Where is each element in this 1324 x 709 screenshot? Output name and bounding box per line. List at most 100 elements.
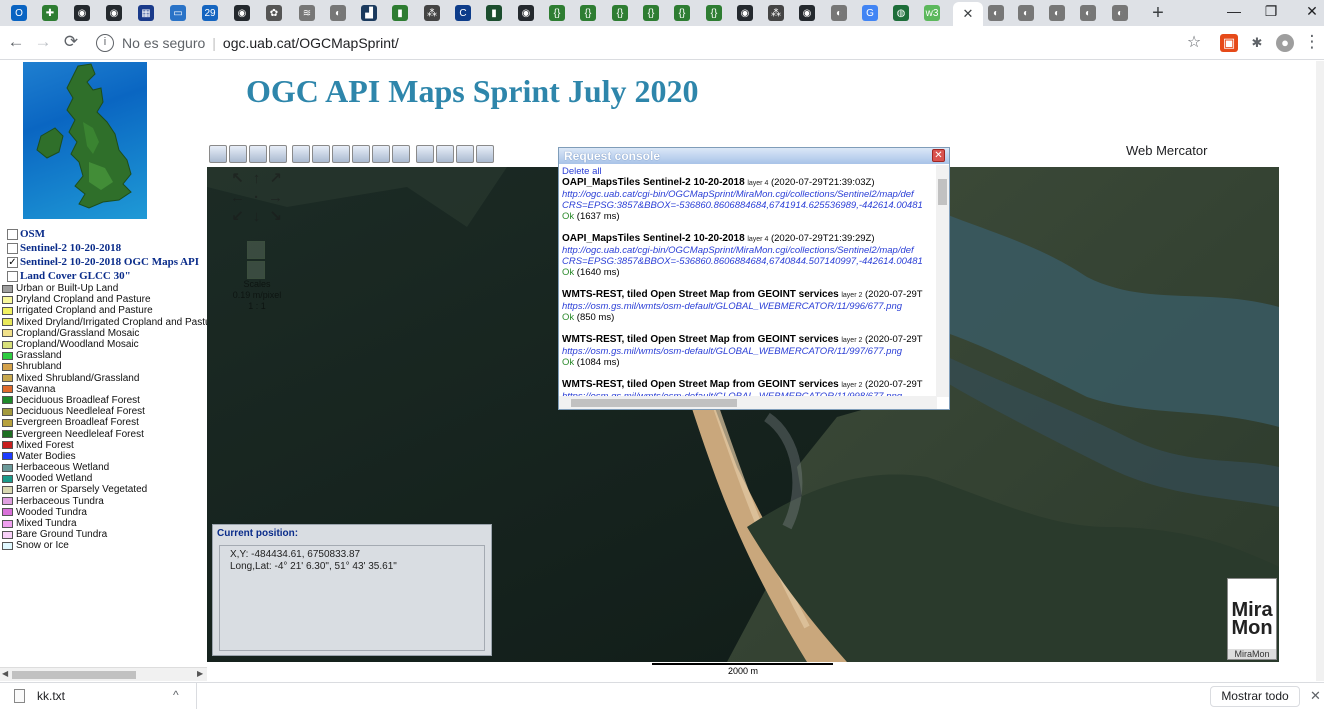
browser-tab[interactable]: ◐ (1046, 3, 1068, 23)
request-url[interactable]: http://ogc.uab.cat/cgi-bin/OGCMapSprint/… (562, 189, 934, 200)
extension-red-icon[interactable]: ▣ (1220, 34, 1238, 52)
links-icon[interactable] (456, 145, 474, 163)
keyboard-icon[interactable] (332, 145, 350, 163)
scroll-left-icon[interactable]: ◀ (2, 669, 8, 678)
back-button[interactable]: ← (6, 32, 26, 52)
browser-tab[interactable]: ⁂ (765, 3, 787, 23)
page-vertical-scrollbar[interactable] (1316, 61, 1324, 681)
layer-icon[interactable] (269, 145, 287, 163)
miramon-logo[interactable]: Mira Mon MiraMon (1227, 578, 1277, 660)
bookmark-star-icon[interactable]: ☆ (1184, 32, 1204, 52)
console-scroll-thumb[interactable] (938, 179, 947, 205)
browser-tab[interactable]: G (859, 3, 881, 23)
request-url[interactable]: https://osm.gs.mil/wmts/osm-default/GLOB… (562, 301, 934, 312)
layer-sentinel2[interactable]: Sentinel-2 10-20-2018 (7, 241, 207, 255)
browser-tab[interactable]: C (452, 3, 474, 23)
pan-arrow-icon[interactable]: ← (228, 188, 247, 207)
console-horizontal-scrollbar[interactable] (559, 396, 937, 409)
reload-button[interactable]: ⟳ (61, 32, 81, 52)
console-title[interactable]: Request console (559, 148, 949, 164)
browser-tab[interactable]: {} (703, 3, 725, 23)
browser-tab[interactable]: ✚ (39, 3, 61, 23)
download-item[interactable]: kk.txt (14, 689, 65, 703)
browser-tab[interactable]: ◐ (327, 3, 349, 23)
browser-tab[interactable]: ◐ (1109, 3, 1131, 23)
window-close-button[interactable]: ✕ (1297, 3, 1324, 20)
browser-tab[interactable]: O (8, 3, 30, 23)
browser-tab[interactable]: ▟ (358, 3, 380, 23)
pan-arrow-icon[interactable]: ↖ (228, 169, 247, 188)
browser-tab[interactable]: ◉ (71, 3, 93, 23)
layer-land-cover[interactable]: Land Cover GLCC 30" (7, 269, 207, 283)
edit-icon[interactable] (372, 145, 390, 163)
browser-tab[interactable]: ◉ (515, 3, 537, 23)
zoom-extent-icon[interactable] (229, 145, 247, 163)
hand-icon[interactable] (209, 145, 227, 163)
request-url-params[interactable]: CRS=EPSG:3857&BBOX=-536860.8606884684,67… (562, 256, 934, 267)
browser-tab[interactable]: ✕ (953, 2, 983, 26)
console-hscroll-thumb[interactable] (571, 399, 737, 407)
forward-button[interactable]: → (33, 32, 53, 52)
minimize-button[interactable]: — (1219, 3, 1249, 19)
browser-tab[interactable]: 29 (199, 3, 221, 23)
browser-tab[interactable]: ◐ (985, 3, 1007, 23)
zoom-in-button[interactable] (247, 241, 265, 259)
show-all-button[interactable]: Mostrar todo (1210, 686, 1300, 707)
info-icon[interactable]: i (96, 34, 114, 52)
browser-tab[interactable]: {} (640, 3, 662, 23)
browser-tab[interactable]: ◍ (890, 3, 912, 23)
browser-tab[interactable]: {} (577, 3, 599, 23)
projection-label[interactable]: Web Mercator (1126, 143, 1207, 158)
browser-menu-icon[interactable]: ⋮ (1302, 32, 1322, 52)
chevron-up-icon[interactable]: ^ (173, 688, 179, 702)
scrollbar-thumb[interactable] (12, 671, 136, 679)
browser-tab[interactable]: {} (546, 3, 568, 23)
overview-map[interactable] (23, 62, 147, 219)
request-url[interactable]: http://ogc.uab.cat/cgi-bin/OGCMapSprint/… (562, 245, 934, 256)
pan-arrow-icon[interactable]: · (247, 188, 266, 207)
browser-tab[interactable]: w3 (921, 3, 943, 23)
browser-tab[interactable]: ◐ (1077, 3, 1099, 23)
left-panel-scrollbar[interactable]: ◀ ▶ (0, 667, 207, 681)
browser-tab[interactable]: {} (671, 3, 693, 23)
home-icon[interactable] (436, 145, 454, 163)
browser-tab[interactable]: ▮ (389, 3, 411, 23)
pan-arrow-icon[interactable]: ↗ (266, 169, 285, 188)
console-close-button[interactable]: ✕ (932, 149, 945, 162)
zoom-in-icon[interactable] (249, 145, 267, 163)
console-vertical-scrollbar[interactable] (936, 165, 949, 397)
rectangle-icon[interactable] (312, 145, 330, 163)
zoom-out-button[interactable] (247, 261, 265, 279)
browser-tab[interactable]: ◉ (231, 3, 253, 23)
delete-all-link[interactable]: Delete all (562, 166, 934, 177)
layer-sentinel2-ogc-maps[interactable]: ✓ Sentinel-2 10-20-2018 OGC Maps API (7, 255, 207, 269)
layer-osm[interactable]: OSM (7, 227, 207, 241)
browser-tab[interactable]: ◐ (1015, 3, 1037, 23)
pan-arrow-icon[interactable]: ↙ (228, 207, 247, 226)
url-text[interactable]: ogc.uab.cat/OGCMapSprint/ (223, 35, 399, 51)
print-icon[interactable] (416, 145, 434, 163)
browser-tab[interactable]: ✿ (263, 3, 285, 23)
pan-arrow-icon[interactable]: → (266, 188, 285, 207)
position-readout[interactable]: X,Y: -484434.61, 6750833.87 Long,Lat: -4… (219, 545, 485, 651)
layer-checkbox[interactable] (7, 242, 18, 254)
layer-checkbox-checked[interactable]: ✓ (7, 256, 18, 268)
close-downloads-icon[interactable]: ✕ (1310, 688, 1321, 704)
maximize-button[interactable]: ❐ (1256, 3, 1286, 20)
help-icon[interactable] (476, 145, 494, 163)
browser-tab[interactable]: ◉ (796, 3, 818, 23)
pan-arrow-icon[interactable]: ↘ (266, 207, 285, 226)
browser-tab[interactable]: ◐ (828, 3, 850, 23)
layer-checkbox[interactable] (7, 270, 18, 282)
document-icon[interactable] (392, 145, 410, 163)
browser-tab[interactable]: ⁂ (421, 3, 443, 23)
browser-tab[interactable]: {} (609, 3, 631, 23)
refresh-icon[interactable] (292, 145, 310, 163)
scroll-right-icon[interactable]: ▶ (197, 669, 203, 678)
request-url[interactable]: https://osm.gs.mil/wmts/osm-default/GLOB… (562, 346, 934, 357)
address-bar[interactable]: i No es seguro | ogc.uab.cat/OGCMapSprin… (90, 30, 1210, 56)
pan-arrow-icon[interactable]: ↑ (247, 169, 266, 188)
browser-tab[interactable]: ▭ (167, 3, 189, 23)
layer-checkbox[interactable] (7, 228, 18, 240)
browser-tab[interactable]: ▦ (135, 3, 157, 23)
